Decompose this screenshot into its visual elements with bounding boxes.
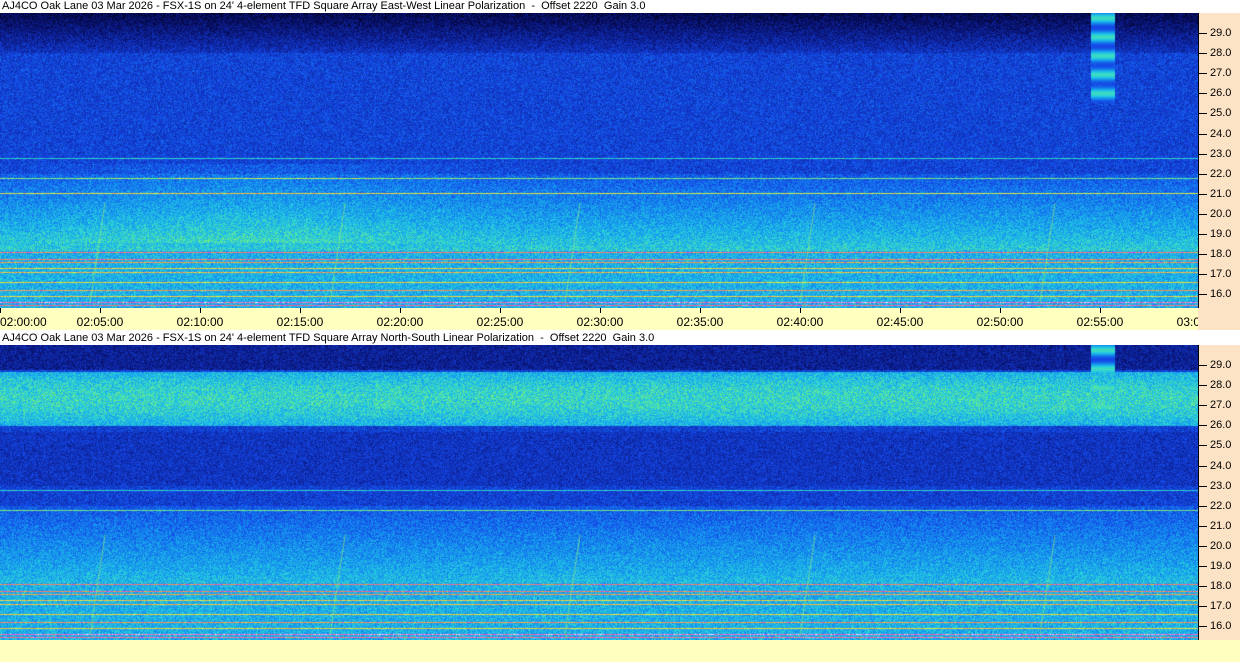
frequency-tick-label: 19.0 bbox=[1210, 560, 1232, 572]
time-tick-label: 02:05:00 bbox=[76, 315, 124, 329]
frequency-tick-label: 24.0 bbox=[1210, 127, 1232, 140]
frequency-tick-label: 18.0 bbox=[1210, 580, 1232, 593]
frequency-tick-label: 28.0 bbox=[1210, 379, 1232, 392]
time-tick-label: 02:15:00 bbox=[276, 315, 324, 329]
time-tick-label: 02:30:00 bbox=[576, 315, 624, 329]
frequency-tick-label: 22.0 bbox=[1210, 167, 1232, 180]
frequency-axis-ew: 29.0 28.0 27.0 26.0 25.0 24.0 23.0 22.0 21.0 20.0… bbox=[1198, 13, 1240, 308]
frequency-tick-label: 24.0 bbox=[1210, 459, 1232, 472]
frequency-tick-label: 25.0 bbox=[1210, 107, 1232, 120]
frequency-tick-label: 21.0 bbox=[1210, 187, 1232, 200]
axis-corner bbox=[1198, 308, 1240, 330]
time-tick-label: 02:20:00 bbox=[376, 315, 424, 329]
frequency-tick-label: 25.0 bbox=[1210, 439, 1232, 452]
time-tick-label: 02:35:00 bbox=[676, 315, 724, 329]
frequency-tick-label: 23.0 bbox=[1210, 147, 1232, 160]
frequency-tick-label: 26.0 bbox=[1210, 419, 1232, 432]
frequency-tick-label: 29.0 bbox=[1210, 27, 1232, 39]
time-tick-label: 02:10:00 bbox=[176, 315, 224, 329]
frequency-tick-label: 17.0 bbox=[1210, 600, 1232, 613]
panel-title-ns: AJ4CO Oak Lane 03 Mar 2026 - FSX-1S on 2… bbox=[0, 332, 1240, 345]
frequency-tick-label: 20.0 bbox=[1210, 539, 1232, 552]
frequency-tick-label: 19.0 bbox=[1210, 228, 1232, 240]
time-axis-ew: 02:00:00 02:05:00 02:10:00 02:15:00 02:20:00… bbox=[0, 308, 1240, 330]
frequency-tick-label: 16.0 bbox=[1210, 288, 1232, 301]
spectrogram-east-west bbox=[0, 13, 1198, 308]
frequency-tick-label: 26.0 bbox=[1210, 87, 1232, 100]
frequency-tick-label: 21.0 bbox=[1210, 519, 1232, 532]
time-tick-label: 02:25:00 bbox=[476, 315, 524, 329]
time-axis-ns-bottom bbox=[0, 640, 1240, 662]
time-tick-label: 02:45:00 bbox=[876, 315, 924, 329]
frequency-tick-label: 29.0 bbox=[1210, 359, 1232, 371]
frequency-axis-ns: 29.0 28.0 27.0 26.0 25.0 24.0 23.0 22.0 21.0 20.0… bbox=[1198, 345, 1240, 640]
time-tick-label: 02:50:00 bbox=[976, 315, 1024, 329]
frequency-tick-label: 18.0 bbox=[1210, 248, 1232, 261]
frequency-tick-label: 20.0 bbox=[1210, 207, 1232, 220]
time-tick-label: 02:55:00 bbox=[1076, 315, 1124, 329]
frequency-tick-label: 23.0 bbox=[1210, 479, 1232, 492]
frequency-tick-label: 28.0 bbox=[1210, 47, 1232, 60]
frequency-tick-label: 27.0 bbox=[1210, 67, 1232, 80]
frequency-tick-label: 17.0 bbox=[1210, 268, 1232, 281]
frequency-tick-label: 27.0 bbox=[1210, 399, 1232, 412]
spectrogram-north-south bbox=[0, 345, 1198, 640]
frequency-tick-label: 16.0 bbox=[1210, 620, 1232, 633]
panel-title-ew: AJ4CO Oak Lane 03 Mar 2026 - FSX-1S on 2… bbox=[0, 0, 1240, 13]
frequency-tick-label: 22.0 bbox=[1210, 499, 1232, 512]
time-tick-label: 02:40:00 bbox=[776, 315, 824, 329]
